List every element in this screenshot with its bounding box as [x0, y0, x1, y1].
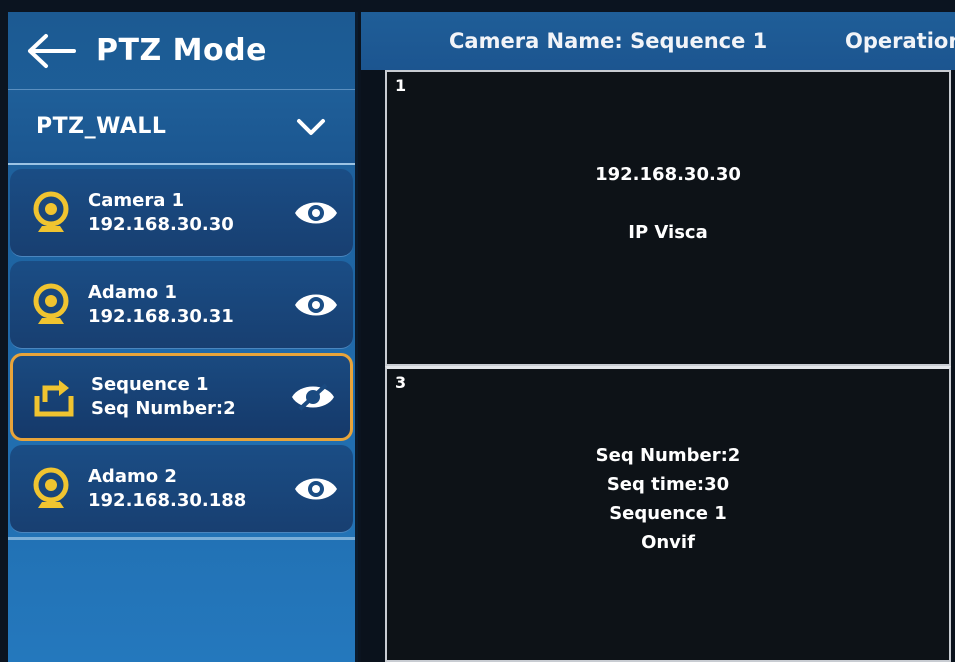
sidebar: PTZ Mode PTZ_WALL Camera 1 192.168.30.30 [8, 12, 358, 662]
tile-ip: 192.168.30.30 [595, 164, 741, 185]
tile-number: 3 [395, 373, 407, 392]
page-title: PTZ Mode [96, 33, 267, 68]
main-panel: Camera Name: Sequence 1 Operation 1 192.… [361, 12, 955, 662]
camera-list: Camera 1 192.168.30.30 Adamo 1 192.168.3… [8, 169, 355, 540]
tile-protocol: IP Visca [628, 222, 708, 243]
back-arrow-icon[interactable] [26, 31, 78, 71]
camera-item-adamo-1[interactable]: Adamo 1 192.168.30.31 [10, 261, 353, 349]
tab-operation[interactable]: Operation [845, 29, 955, 53]
camera-name: Adamo 2 [88, 465, 177, 487]
eye-icon[interactable] [293, 289, 339, 321]
camera-ip: 192.168.30.188 [88, 489, 247, 511]
camera-name-header: Camera Name: Sequence 1 [449, 29, 768, 53]
seq-time: Seq time:30 [606, 474, 730, 495]
seq-protocol: Onvif [641, 532, 695, 553]
camera-name: Camera 1 [88, 189, 185, 211]
eye-off-icon[interactable] [290, 381, 336, 413]
sidebar-header: PTZ Mode [8, 12, 355, 90]
sequence-number: Seq Number:2 [91, 398, 236, 419]
chevron-down-icon[interactable] [295, 116, 327, 138]
tile-number: 1 [395, 76, 407, 95]
video-tile-3[interactable]: 3 Seq Number:2 Seq time:30 Sequence 1 On… [385, 366, 951, 662]
webcam-icon [30, 190, 72, 236]
camera-item-sequence-1[interactable]: Sequence 1 Seq Number:2 [10, 353, 353, 441]
video-grid: 1 192.168.30.30 IP Visca 3 Seq Number:2 … [385, 70, 955, 662]
header-bar: Camera Name: Sequence 1 Operation [361, 12, 955, 70]
group-selector[interactable]: PTZ_WALL [8, 90, 355, 165]
group-label: PTZ_WALL [36, 114, 167, 139]
camera-name: Sequence 1 [91, 374, 209, 395]
camera-ip: 192.168.30.31 [88, 305, 234, 327]
webcam-icon [30, 466, 72, 512]
list-divider [8, 537, 355, 540]
sequence-icon [33, 374, 75, 420]
eye-icon[interactable] [293, 473, 339, 505]
camera-item-camera-1[interactable]: Camera 1 192.168.30.30 [10, 169, 353, 257]
tile-info: Seq Number:2 Seq time:30 Sequence 1 Onvi… [387, 441, 949, 557]
seq-name: Sequence 1 [609, 503, 727, 524]
camera-ip: 192.168.30.30 [88, 213, 234, 235]
eye-icon[interactable] [293, 197, 339, 229]
seq-number: Seq Number:2 [595, 445, 741, 466]
camera-item-adamo-2[interactable]: Adamo 2 192.168.30.188 [10, 445, 353, 533]
webcam-icon [30, 282, 72, 328]
video-tile-1[interactable]: 1 192.168.30.30 IP Visca [385, 70, 951, 366]
camera-name: Adamo 1 [88, 281, 177, 303]
